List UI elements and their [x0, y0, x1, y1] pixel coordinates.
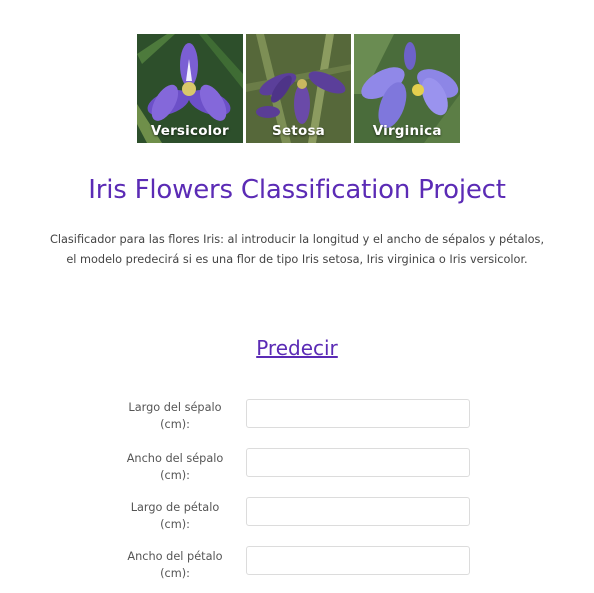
setosa-label: Setosa — [272, 123, 325, 139]
petal-length-input[interactable] — [246, 497, 470, 526]
petal-width-row: Ancho del pétalo (cm): — [110, 546, 490, 593]
sepal-width-label-unit: (cm): — [160, 469, 190, 482]
page: Versicolor Setosa Virginica Iris Flowers… — [0, 0, 594, 593]
predict-link[interactable]: Predecir — [256, 336, 338, 360]
petal-length-label-unit: (cm): — [160, 518, 190, 531]
petal-width-label-unit: (cm): — [160, 567, 190, 580]
description-line-2: el modelo predecirá si es una flor de ti… — [66, 253, 528, 266]
virginica-label: Virginica — [372, 123, 442, 139]
versicolor-image: Versicolor — [137, 34, 243, 143]
petal-length-label-text: Largo de pétalo — [130, 501, 220, 514]
sepal-length-input[interactable] — [246, 399, 470, 428]
sepal-width-label-text: Ancho del sépalo — [126, 452, 224, 465]
sepal-length-label: Largo del sépalo (cm): — [122, 399, 228, 433]
sepal-length-row: Largo del sépalo (cm): — [110, 399, 490, 447]
description-line-1: Clasificador para las flores Iris: al in… — [49, 233, 545, 246]
sepal-width-input[interactable] — [246, 448, 470, 477]
petal-width-label: Ancho del pétalo (cm): — [122, 548, 228, 582]
sepal-length-label-text: Largo del sépalo — [128, 401, 222, 414]
setosa-image: Setosa — [245, 34, 352, 143]
iris-banner-image: Versicolor Setosa Virginica — [137, 34, 461, 143]
petal-width-label-text: Ancho del pétalo — [127, 550, 223, 563]
predict-section: Predecir — [0, 336, 594, 360]
petal-length-label: Largo de pétalo (cm): — [122, 499, 228, 533]
page-description: Clasificador para las flores Iris: al in… — [40, 230, 554, 270]
versicolor-label: Versicolor — [150, 123, 229, 139]
petal-width-input[interactable] — [246, 546, 470, 575]
virginica-image: Virginica — [354, 34, 461, 143]
sepal-width-row: Ancho del sépalo (cm): — [110, 448, 490, 496]
sepal-width-label: Ancho del sépalo (cm): — [122, 450, 228, 484]
petal-length-row: Largo de pétalo (cm): — [110, 497, 490, 545]
sepal-length-label-unit: (cm): — [160, 418, 190, 431]
page-title: Iris Flowers Classification Project — [88, 175, 506, 205]
